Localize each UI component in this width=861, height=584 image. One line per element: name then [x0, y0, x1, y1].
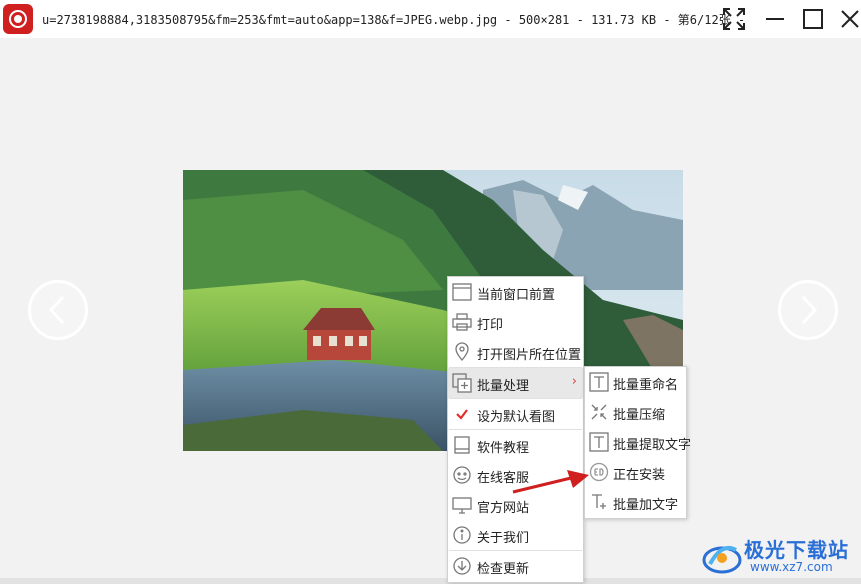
context-menu: 当前窗口前置 打印 打开图片所在位置 批量处理 › 设为默认看图 软件教程 在线…: [447, 276, 584, 583]
menu-item-check-update[interactable]: 检查更新: [448, 551, 583, 581]
menu-item-print[interactable]: 打印: [448, 307, 583, 337]
batch-icon: [452, 373, 472, 393]
menu-item-tutorial[interactable]: 软件教程: [448, 430, 583, 460]
download-icon: [452, 556, 472, 576]
watermark: 极光下载站 www.xz7.com: [700, 530, 858, 582]
menu-item-window-front[interactable]: 当前窗口前置: [448, 277, 583, 307]
maximize-icon[interactable]: [800, 6, 826, 32]
info-icon: [452, 525, 472, 545]
window-title: u=2738198884,3183508795&fm=253&fmt=auto&…: [42, 13, 746, 27]
watermark-url: www.xz7.com: [750, 560, 833, 574]
app-logo-icon: [3, 4, 33, 34]
text-t-icon: [589, 372, 609, 392]
fullscreen-icon[interactable]: [721, 6, 747, 32]
checkmark-icon: [452, 404, 472, 424]
watermark-name: 极光下载站: [744, 538, 849, 562]
submenu-item-installing[interactable]: 正在安装: [585, 457, 686, 487]
submenu-arrow-icon: ›: [571, 374, 577, 389]
annotation-arrow-icon: [505, 468, 595, 498]
window-front-icon: [452, 282, 472, 302]
book-icon: [452, 435, 472, 455]
location-pin-icon: [452, 342, 472, 362]
menu-item-batch[interactable]: 批量处理 ›: [448, 368, 583, 398]
printer-icon: [452, 312, 472, 332]
batch-submenu: 批量重命名 批量压缩 批量提取文字 正在安装 批量加文字: [584, 366, 691, 519]
submenu-item-batch-rename[interactable]: 批量重命名: [585, 367, 686, 397]
previous-image-button[interactable]: [28, 280, 88, 340]
next-image-button[interactable]: [778, 280, 838, 340]
menu-item-set-default[interactable]: 设为默认看图: [448, 399, 583, 429]
menu-item-open-location[interactable]: 打开图片所在位置: [448, 337, 583, 367]
text-t-icon: [589, 432, 609, 452]
submenu-item-batch-compress[interactable]: 批量压缩: [585, 397, 686, 427]
monitor-icon: [452, 495, 472, 515]
submenu-item-batch-add-text[interactable]: 批量加文字: [585, 487, 686, 517]
submenu-item-batch-ocr[interactable]: 批量提取文字: [585, 427, 691, 457]
headset-icon: [452, 465, 472, 485]
title-bar: u=2738198884,3183508795&fm=253&fmt=auto&…: [0, 0, 861, 38]
watermark-logo-icon: [700, 534, 744, 578]
close-icon[interactable]: [837, 6, 861, 32]
minimize-button[interactable]: [762, 6, 788, 32]
compress-icon: [589, 402, 609, 422]
menu-item-about[interactable]: 关于我们: [448, 520, 583, 550]
